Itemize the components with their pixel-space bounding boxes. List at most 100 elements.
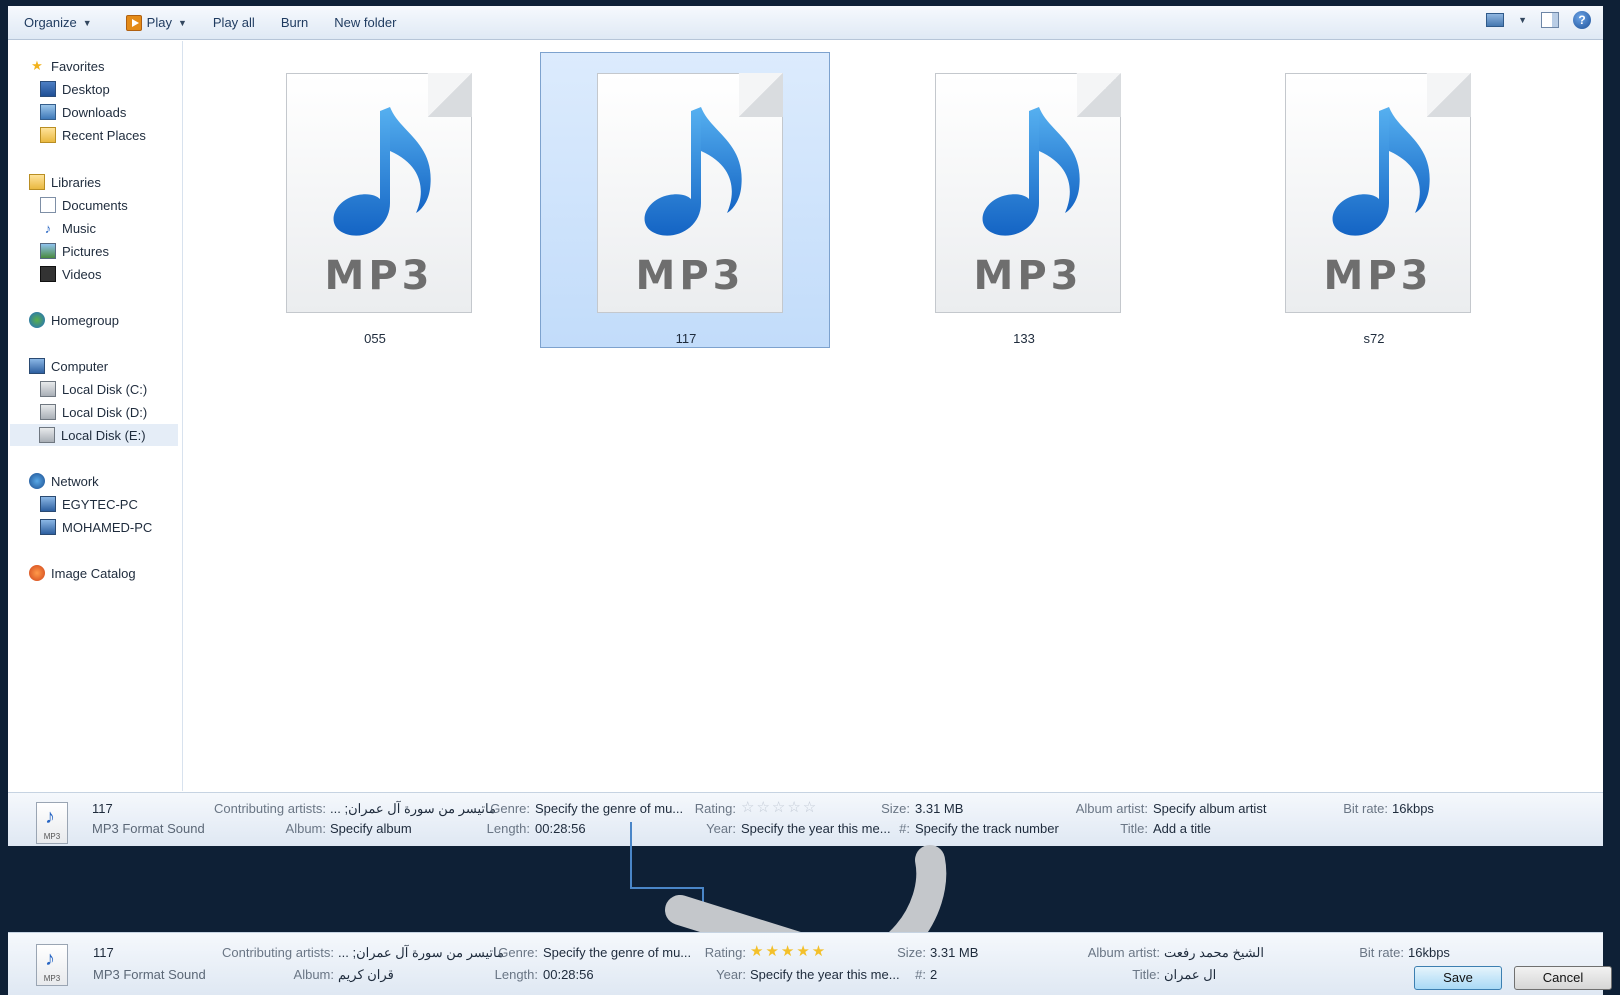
track-field[interactable]: Specify the track number [915,821,1059,836]
disk-icon [39,427,55,443]
nav-disk-d[interactable]: Local Disk (D:) [40,401,147,423]
navigation-pane: ★ Favorites Desktop Downloads Recent Plac… [8,41,183,791]
genre-field[interactable]: Specify the genre of mu... [543,945,691,960]
nav-label: Homegroup [51,312,119,328]
mp3-file-icon: ♪ MP3 [36,802,68,844]
file-list: MP3 055 MP3 117 MP3 133 MP3 s72 [184,41,1603,791]
length-value: 00:28:56 [535,821,586,836]
nav-documents[interactable]: Documents [40,194,128,216]
details-file-name: 117 [93,945,114,960]
title-label: Title: [1120,821,1148,836]
album-field[interactable]: Specify album [330,821,412,836]
rating-stars[interactable]: ☆☆☆☆☆ [741,798,818,816]
genre-field[interactable]: Specify the genre of mu... [535,801,683,816]
music-note-icon: ♪ [45,806,55,828]
play-button[interactable]: Play ▼ [116,10,197,36]
file-tile-s72[interactable]: MP3 s72 [1228,52,1518,348]
file-name: 055 [364,331,386,346]
nav-libraries[interactable]: Libraries [29,171,101,193]
file-tile-133[interactable]: MP3 133 [878,52,1168,348]
nav-pictures[interactable]: Pictures [40,240,109,262]
bitrate-label: Bit rate: [1359,945,1404,960]
music-note-icon [1332,107,1430,236]
nav-label: Desktop [62,81,110,97]
mp3-label: MP3 [635,253,745,299]
computer-icon [29,358,45,374]
nav-computer[interactable]: Computer [29,355,108,377]
genre-label: Genre: [498,945,538,960]
documents-icon [40,197,56,213]
size-label: Size: [897,945,926,960]
nav-label: Favorites [51,58,105,74]
explorer-window: Organize ▼ Play ▼ Play all Burn New fold… [8,6,1603,846]
file-tile-055[interactable]: MP3 055 [229,52,519,348]
size-label: Size: [881,801,910,816]
details-pane-edited: ♪ MP3 117 MP3 Format Sound Contributing … [8,932,1612,995]
save-button[interactable]: Save [1414,966,1502,990]
nav-downloads[interactable]: Downloads [40,101,126,123]
album-field[interactable]: قران كريم [338,967,394,983]
file-name: 117 [675,331,697,346]
preview-pane-icon[interactable] [1541,12,1559,28]
nav-image-catalog[interactable]: Image Catalog [29,562,136,584]
network-icon [29,473,45,489]
title-field[interactable]: ال عمران [1164,967,1216,983]
nav-disk-c[interactable]: Local Disk (C:) [40,378,147,400]
nav-label: Music [62,220,96,236]
cancel-button[interactable]: Cancel [1514,966,1612,990]
computer-icon [40,519,56,535]
album-artist-label: Album artist: [1087,945,1160,960]
nav-label: Videos [62,266,102,282]
play-icon [125,14,142,31]
track-label: #: [915,967,926,982]
nav-network[interactable]: Network [29,470,99,492]
nav-homegroup[interactable]: Homegroup [29,309,119,331]
nav-label: EGYTEC-PC [62,496,138,512]
nav-label: Local Disk (C:) [62,381,148,397]
rating-label: Rating: [694,801,736,816]
help-icon[interactable]: ? [1573,11,1591,29]
libraries-icon [29,174,45,190]
length-label: Length: [486,821,530,836]
year-label: Year: [716,967,746,982]
image-catalog-icon [29,565,45,581]
genre-label: Genre: [490,801,530,816]
nav-label: Local Disk (E:) [61,427,146,443]
burn-button[interactable]: Burn [271,10,318,36]
desktop-icon [40,81,56,97]
album-artist-field[interactable]: Specify album artist [1153,801,1266,816]
title-field[interactable]: Add a title [1153,821,1211,836]
icon-label: MP3 [43,974,61,983]
nav-pc-mohamed[interactable]: MOHAMED-PC [40,516,152,538]
icon-label: MP3 [43,832,61,841]
organize-button[interactable]: Organize ▼ [14,10,102,36]
music-note-icon: ♪ [45,948,55,970]
track-label: #: [899,821,910,836]
disk-icon [40,381,56,397]
nav-videos[interactable]: Videos [40,263,102,285]
bitrate-value: 16kbps [1408,945,1450,960]
music-icon: ♪ [44,220,52,236]
length-value: 00:28:56 [543,967,594,982]
rating-stars[interactable]: ★★★★★ [750,942,827,960]
new-folder-button[interactable]: New folder [324,10,406,36]
contributing-artists-label: Contributing artists: [214,801,326,816]
length-label: Length: [494,967,538,982]
nav-recent-places[interactable]: Recent Places [40,124,146,146]
nav-label: Downloads [62,104,127,120]
toolbar-right: ▼ ? [1486,11,1591,29]
album-artist-field[interactable]: الشيخ محمد رفعت [1164,945,1264,961]
play-all-button[interactable]: Play all [203,10,265,36]
nav-desktop[interactable]: Desktop [40,78,110,100]
nav-label: Computer [51,358,109,374]
file-name: s72 [1363,331,1385,346]
nav-favorites[interactable]: ★ Favorites [29,55,104,77]
track-field[interactable]: 2 [930,967,937,982]
chevron-down-icon[interactable]: ▼ [1518,15,1527,25]
file-tile-117[interactable]: MP3 117 [540,52,830,348]
nav-music[interactable]: ♪ Music [40,217,96,239]
album-label: Album: [285,821,326,836]
change-view-icon[interactable] [1486,13,1505,27]
nav-disk-e[interactable]: Local Disk (E:) [10,424,178,446]
nav-pc-egytec[interactable]: EGYTEC-PC [40,493,138,515]
